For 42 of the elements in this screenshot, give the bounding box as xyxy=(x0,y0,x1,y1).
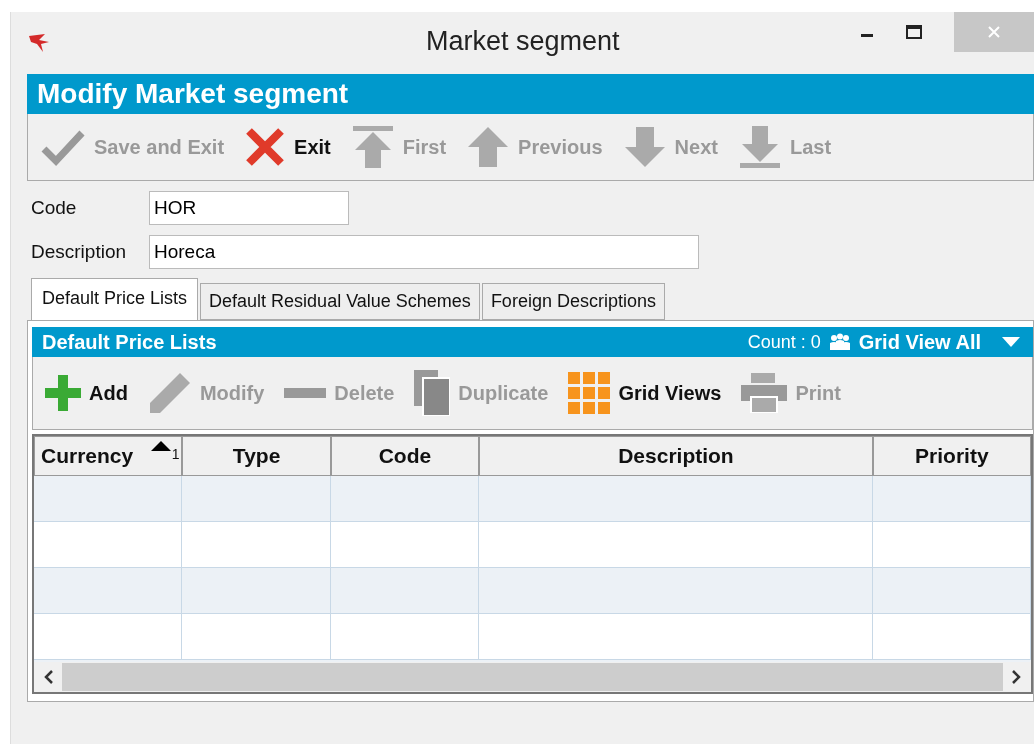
scroll-left-icon[interactable] xyxy=(42,669,56,685)
maximize-icon[interactable] xyxy=(906,25,922,39)
table-row[interactable] xyxy=(34,476,1031,522)
window-title: Market segment xyxy=(426,26,620,57)
cross-icon xyxy=(244,127,287,167)
people-icon xyxy=(828,333,851,351)
pencil-icon xyxy=(147,371,192,415)
arrow-up-icon xyxy=(466,125,511,169)
copy-icon xyxy=(414,370,451,416)
column-header[interactable]: Code xyxy=(330,436,480,476)
field-label: Code xyxy=(30,197,78,219)
table-row[interactable] xyxy=(34,522,1031,568)
grid-icon xyxy=(568,372,611,414)
column-header[interactable]: Priority xyxy=(872,436,1031,476)
table-row[interactable] xyxy=(34,614,1031,660)
panel-title: Default Price Lists xyxy=(42,330,217,354)
column-header[interactable]: Currency 1 xyxy=(34,436,183,476)
table-row[interactable] xyxy=(34,568,1031,614)
form-title: Modify Market segment xyxy=(37,78,349,110)
tab[interactable]: Foreign Descriptions xyxy=(481,283,665,320)
toolbar-button[interactable]: Add xyxy=(45,375,128,411)
plus-icon xyxy=(45,375,81,411)
toolbar-button[interactable]: Grid Views xyxy=(568,372,722,414)
close-icon xyxy=(987,25,1001,39)
column-header[interactable]: Description xyxy=(479,436,873,476)
close-button[interactable] xyxy=(954,12,1034,52)
caret-icon xyxy=(1001,336,1021,348)
arrow-down-to-bar-icon xyxy=(737,124,782,170)
tab[interactable]: Default Price Lists xyxy=(31,278,199,320)
minus-icon xyxy=(284,388,327,398)
sort-ascending-icon xyxy=(151,441,172,451)
scroll-right-icon[interactable] xyxy=(1009,669,1023,685)
text-field[interactable]: HOR xyxy=(149,191,349,225)
toolbar-button[interactable]: Exit xyxy=(244,127,331,167)
field-label: Description xyxy=(30,241,128,263)
tab[interactable]: Default Residual Value Schemes xyxy=(200,283,480,320)
record-count: Count : 0 xyxy=(747,331,821,353)
text-field[interactable]: Horeca xyxy=(149,235,699,269)
column-header[interactable]: Type xyxy=(182,436,331,476)
printer-icon xyxy=(741,373,788,413)
sort-order: 1 xyxy=(171,446,180,462)
arrow-up-to-bar-icon xyxy=(350,124,395,170)
